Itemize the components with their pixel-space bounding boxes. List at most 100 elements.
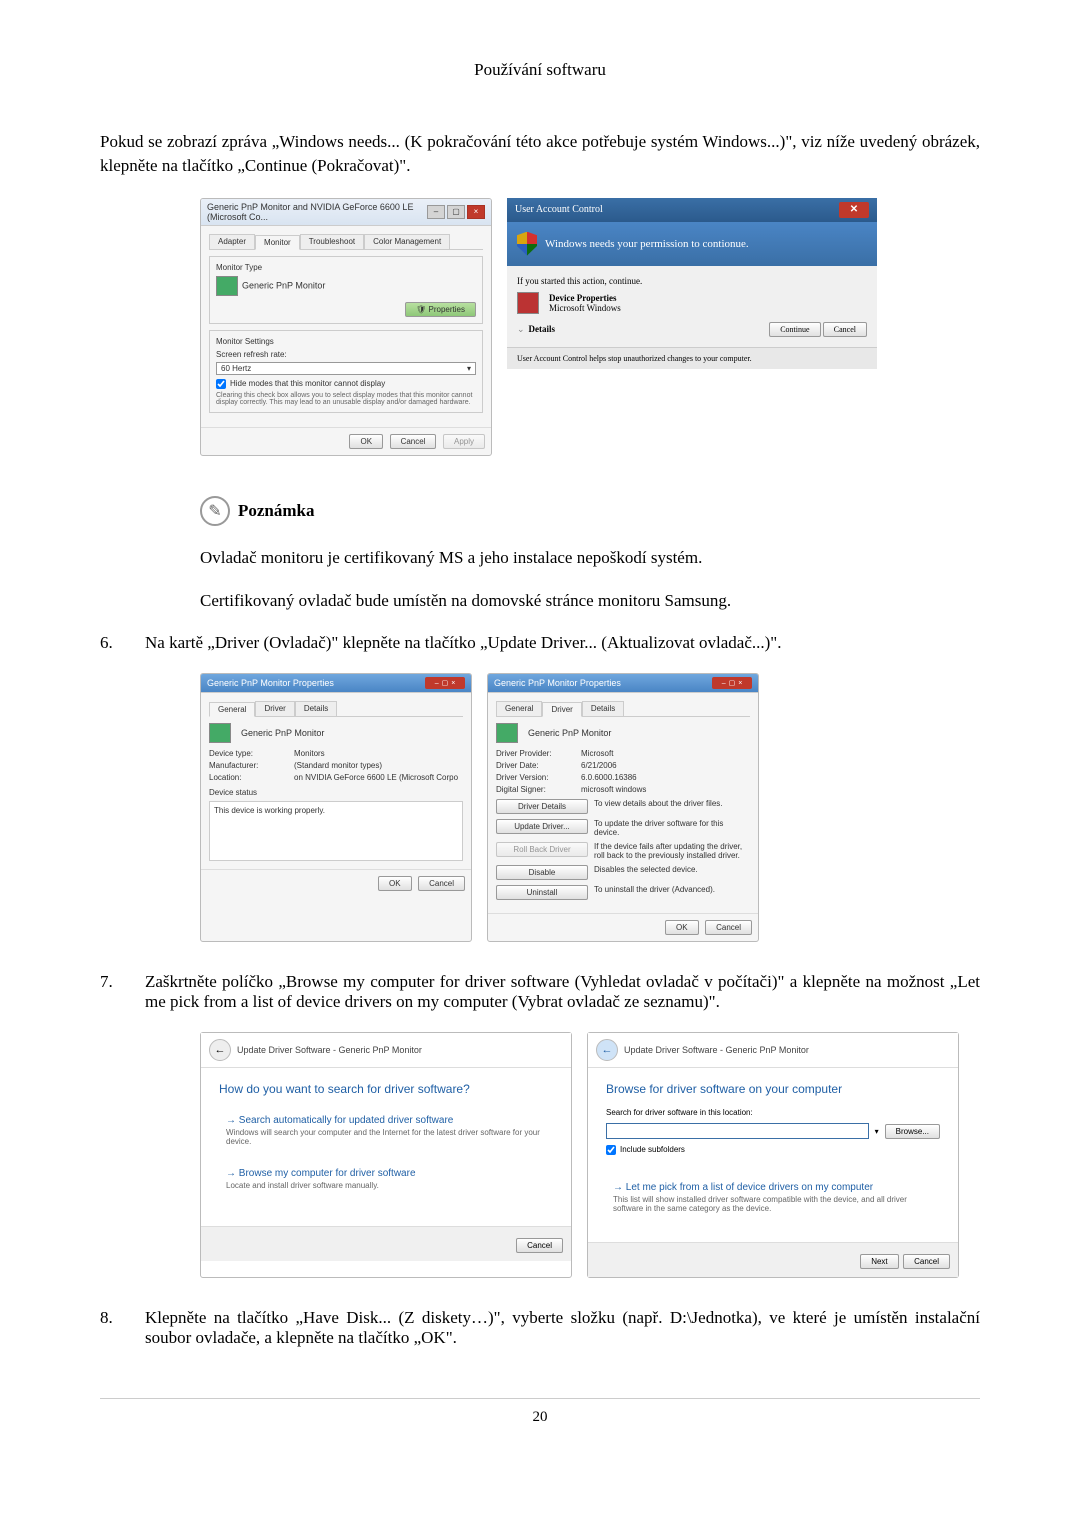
ok-button[interactable]: OK [349,434,383,449]
mfg-label: Manufacturer: [209,761,294,770]
provider-value: Microsoft [581,749,613,758]
close-icon[interactable]: ✕ [839,202,869,218]
continue-button[interactable]: Continue [769,322,820,337]
step-text: Zaškrtněte políčko „Browse my computer f… [145,972,980,1012]
close-icon[interactable]: × [467,205,485,219]
signer-label: Digital Signer: [496,785,581,794]
uac-instruction: If you started this action, continue. [517,276,867,286]
step-text: Na kartě „Driver (Ovladač)" klepněte na … [145,633,980,653]
details-toggle[interactable]: Details [529,324,556,334]
screenshot-row-3: ← Update Driver Software - Generic PnP M… [200,1032,980,1278]
date-value: 6/21/2006 [581,761,617,770]
step-8: 8. Klepněte na tlačítko „Have Disk... (Z… [100,1308,980,1348]
hide-modes-checkbox[interactable] [216,379,226,389]
monitor-icon [496,723,518,743]
devtype-value: Monitors [294,749,325,758]
tab-monitor[interactable]: Monitor [255,235,300,250]
cancel-button[interactable]: Cancel [390,434,437,449]
update-driver-wizard-2: ← Update Driver Software - Generic PnP M… [587,1032,959,1278]
tab-general[interactable]: General [496,701,542,716]
note-text-1: Ovladač monitoru je certifikovaný MS a j… [200,546,980,570]
cancel-button[interactable]: Cancel [418,876,465,891]
step-7: 7. Zaškrtněte políčko „Browse my compute… [100,972,980,1012]
cancel-button[interactable]: Cancel [516,1238,563,1253]
tab-color-management[interactable]: Color Management [364,234,450,249]
version-value: 6.0.6000.16386 [581,773,637,782]
provider-label: Driver Provider: [496,749,581,758]
tab-driver[interactable]: Driver [255,701,294,716]
option-browse[interactable]: → Browse my computer for driver software… [219,1161,553,1197]
dialog-title: Generic PnP Monitor Properties [494,678,621,688]
browse-button[interactable]: Browse... [885,1124,940,1139]
include-subfolders-checkbox[interactable] [606,1145,616,1155]
loc-value: on NVIDIA GeForce 6600 LE (Microsoft Cor… [294,773,458,782]
app-icon [517,292,539,314]
step-number: 6. [100,633,125,653]
option-desc: This list will show installed driver sof… [613,1195,933,1213]
device-status-text: This device is working properly. [209,801,463,861]
cancel-button[interactable]: Cancel [705,920,752,935]
disable-button[interactable]: Disable [496,865,588,880]
device-properties-driver: Generic PnP Monitor Properties –▢× Genera… [487,673,759,942]
hide-modes-label: Hide modes that this monitor cannot disp… [230,379,385,388]
monitor-type-value: Generic PnP Monitor [242,280,325,290]
step-number: 8. [100,1308,125,1348]
monitor-properties-dialog: Generic PnP Monitor and NVIDIA GeForce 6… [200,198,492,456]
uninstall-desc: To uninstall the driver (Advanced). [594,885,715,894]
device-status-label: Device status [209,788,463,797]
uac-banner-text: Windows needs your permission to contion… [545,238,749,250]
option-search-auto[interactable]: → Search automatically for updated drive… [219,1108,553,1153]
maximize-icon[interactable]: ▢ [447,205,465,219]
roll-back-button[interactable]: Roll Back Driver [496,842,588,857]
loc-label: Location: [209,773,294,782]
breadcrumb: Update Driver Software - Generic PnP Mon… [624,1045,809,1055]
tab-troubleshoot[interactable]: Troubleshoot [300,234,364,249]
uac-footer-text: User Account Control helps stop unauthor… [507,347,877,369]
signer-value: microsoft windows [581,785,646,794]
screenshot-row-1: Generic PnP Monitor and NVIDIA GeForce 6… [200,198,980,456]
window-controls[interactable]: –▢× [712,677,752,689]
note-label: Poznámka [238,501,315,521]
include-subfolders-label: Include subfolders [620,1145,685,1154]
refresh-rate-select[interactable]: 60 Hertz▾ [216,362,476,375]
location-input[interactable] [606,1123,869,1139]
version-label: Driver Version: [496,773,581,782]
cancel-button[interactable]: Cancel [823,322,867,337]
dialog-title: Generic PnP Monitor and NVIDIA GeForce 6… [207,202,427,222]
breadcrumb: Update Driver Software - Generic PnP Mon… [237,1045,422,1055]
cancel-button[interactable]: Cancel [903,1254,950,1269]
step-6: 6. Na kartě „Driver (Ovladač)" klepněte … [100,633,980,653]
next-button[interactable]: Next [860,1254,898,1269]
dialog-title: Generic PnP Monitor Properties [207,678,334,688]
update-driver-button[interactable]: Update Driver... [496,819,588,834]
tab-general[interactable]: General [209,702,255,717]
tab-adapter[interactable]: Adapter [209,234,255,249]
update-driver-wizard-1: ← Update Driver Software - Generic PnP M… [200,1032,572,1278]
tab-driver[interactable]: Driver [542,702,581,717]
minimize-icon[interactable]: – [427,205,445,219]
monitor-settings-label: Monitor Settings [216,337,476,346]
driver-details-button[interactable]: Driver Details [496,799,588,814]
uac-publisher: Microsoft Windows [549,303,621,313]
ok-button[interactable]: OK [665,920,699,935]
step-number: 7. [100,972,125,1012]
back-arrow-icon[interactable]: ← [209,1039,231,1061]
ok-button[interactable]: OK [378,876,412,891]
monitor-icon [209,723,231,743]
option-desc: Windows will search your computer and th… [226,1128,546,1146]
tab-details[interactable]: Details [295,701,337,716]
uninstall-button[interactable]: Uninstall [496,885,588,900]
properties-button[interactable]: 🛡 Properties [405,302,476,317]
device-name: Generic PnP Monitor [241,728,324,738]
uac-dialog: User Account Control✕ Windows needs your… [507,198,877,456]
apply-button[interactable]: Apply [443,434,485,449]
page-number: 20 [100,1409,980,1426]
window-controls[interactable]: –▢× [425,677,465,689]
disable-desc: Disables the selected device. [594,865,698,874]
back-arrow-icon[interactable]: ← [596,1039,618,1061]
location-label: Search for driver software in this locat… [606,1108,940,1117]
tab-details[interactable]: Details [582,701,624,716]
chevron-down-icon[interactable]: ⌄ [517,324,525,335]
hide-modes-desc: Clearing this check box allows you to se… [216,392,476,406]
option-pick-from-list[interactable]: → Let me pick from a list of device driv… [606,1175,940,1220]
